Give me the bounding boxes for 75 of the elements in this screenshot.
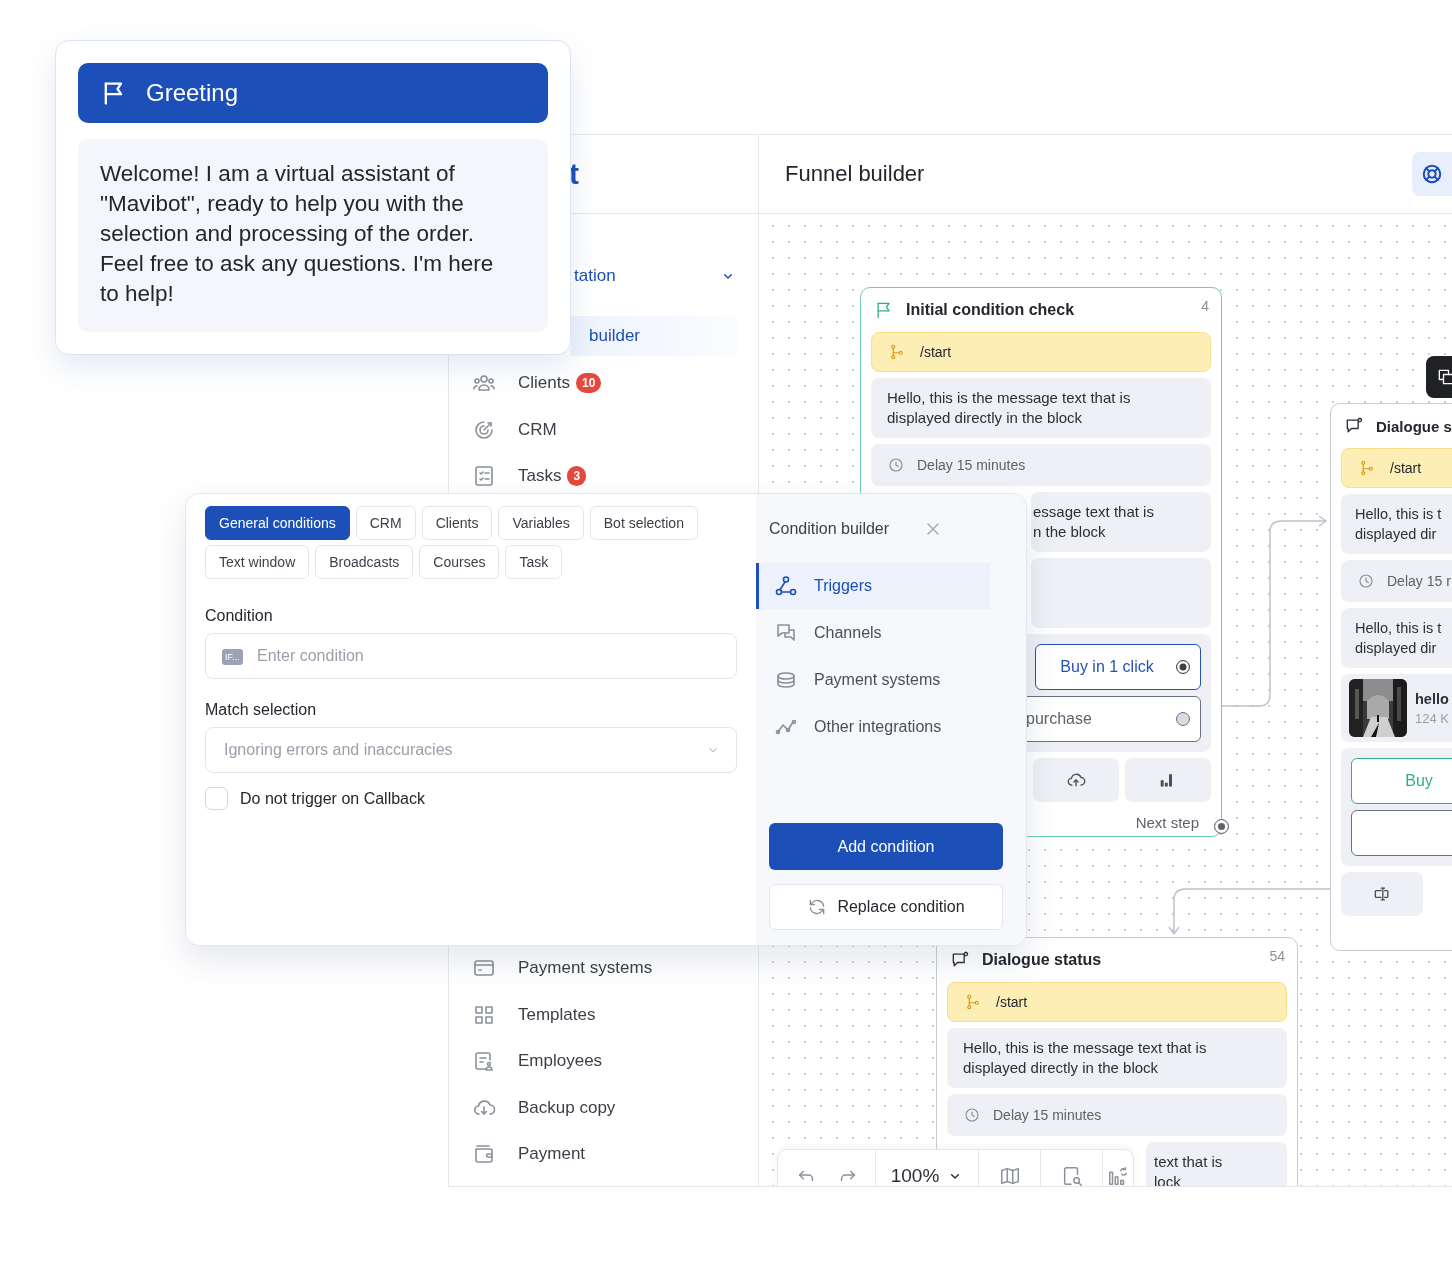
reply-button[interactable]: Buy in 1 click <box>1035 644 1201 690</box>
page-title: Funnel builder <box>785 161 925 187</box>
delay-row[interactable]: Delay 15 minutes <box>947 1094 1287 1136</box>
category-tab[interactable]: CRM <box>355 506 416 540</box>
checkbox-label: Do not trigger on Callback <box>240 789 425 808</box>
branch-icon <box>1358 459 1376 477</box>
file-name: hello <box>1415 690 1449 707</box>
message-text: Hello, this is the message text that is displayed directly in the block <box>963 1038 1207 1078</box>
contact-list-icon <box>472 1049 496 1073</box>
block-title: Dialogue status <box>982 951 1102 969</box>
greeting-message: Welcome! I am a virtual assistant of "Mavibot", ready to help you with the selection and processing of the order. Feel free to ask any questions. I'm here to help! <box>100 160 495 308</box>
sidebar-item[interactable]: Backup copy <box>449 1090 758 1125</box>
count-badge: 3 <box>567 466 587 486</box>
category-tab[interactable]: Courses <box>419 545 500 579</box>
lifebuoy-icon <box>1421 163 1443 185</box>
trigger-row[interactable]: /start <box>871 332 1211 372</box>
connected-nodes-icon <box>774 574 798 598</box>
category-tab[interactable]: General conditions <box>205 506 350 540</box>
file-size: 124 K <box>1415 710 1449 726</box>
message-text: Hello, this is t displayed dir <box>1355 505 1442 544</box>
next-step-label: Next step <box>1135 813 1199 831</box>
branch-icon <box>888 343 906 361</box>
clock-icon <box>887 456 905 474</box>
delay-row[interactable]: Delay 15 r <box>1341 560 1452 602</box>
checklist-icon <box>472 464 496 488</box>
clock-icon <box>1357 572 1375 590</box>
bar-chart-refresh-icon <box>1107 1165 1129 1186</box>
output-port[interactable] <box>1214 819 1229 834</box>
map-icon <box>998 1165 1021 1186</box>
wallet-icon <box>472 1142 496 1166</box>
sidebar-item[interactable]: tation <box>571 256 758 296</box>
sidebar-item[interactable]: Payment systems <box>449 951 758 985</box>
count-badge: 10 <box>575 373 602 393</box>
sidebar-item[interactable]: Clients 10 <box>449 366 758 400</box>
field-label: Match selection <box>205 701 318 719</box>
add-condition-button[interactable]: Add condition <box>769 823 1003 870</box>
trigger-row[interactable]: /start <box>1341 448 1452 488</box>
sidebar-item[interactable]: Employees <box>449 1044 758 1078</box>
block-count: 4 <box>1201 298 1209 314</box>
radio-dot[interactable] <box>1176 712 1190 726</box>
category-tab[interactable]: Broadcasts <box>315 545 414 579</box>
category-tab[interactable]: Bot selection <box>589 506 698 540</box>
file-attachment[interactable]: hello 124 K <box>1341 674 1452 742</box>
greeting-title: Greeting <box>146 79 239 107</box>
block-title: Initial condition check <box>906 301 1075 319</box>
clock-icon <box>963 1106 981 1124</box>
tool-button[interactable] <box>1341 872 1423 916</box>
category-tab[interactable]: Variables <box>498 506 584 540</box>
block-count: 54 <box>1269 948 1285 964</box>
sidebar-item[interactable]: builder <box>571 316 738 356</box>
category-tab[interactable]: Task <box>505 545 563 579</box>
message-text: Hello, this is the message text that is displayed directly in the block <box>887 388 1131 428</box>
sidebar-item[interactable]: Payment <box>449 1137 758 1171</box>
block-title: Dialogue s <box>1376 417 1452 435</box>
replace-condition-button[interactable]: Replace condition <box>769 884 1003 930</box>
radio-dot[interactable] <box>1176 660 1190 674</box>
trigger-row[interactable]: /start <box>947 982 1287 1022</box>
checkbox[interactable] <box>205 787 228 810</box>
message-text: essage text that is n the block <box>1033 502 1154 542</box>
category-tab[interactable]: Clients <box>421 506 493 540</box>
help-button[interactable] <box>1412 152 1452 196</box>
flow-block[interactable]: Dialogue s /start Hello, this is t displayed dir Delay 15 r Hello, this is t displayed dir hello 124 K Buy <box>1330 403 1452 951</box>
sidebar-item[interactable]: Tasks 3 <box>449 459 758 493</box>
sidebar-item[interactable]: CRM <box>449 412 758 447</box>
field-label: Condition <box>205 607 274 625</box>
branch-icon <box>964 993 982 1011</box>
category-tab[interactable]: Text window <box>205 545 310 579</box>
tool-button[interactable] <box>1033 758 1119 802</box>
tool-button[interactable] <box>1125 758 1211 802</box>
delay-row[interactable]: Delay 15 minutes <box>871 444 1211 486</box>
copy-icon <box>1436 367 1452 387</box>
sidebar-item[interactable]: Templates <box>449 997 758 1032</box>
builder-menu-item[interactable]: Triggers <box>756 563 990 609</box>
if-tag: IF... <box>222 649 243 665</box>
message-text: Hello, this is t displayed dir <box>1355 619 1442 658</box>
